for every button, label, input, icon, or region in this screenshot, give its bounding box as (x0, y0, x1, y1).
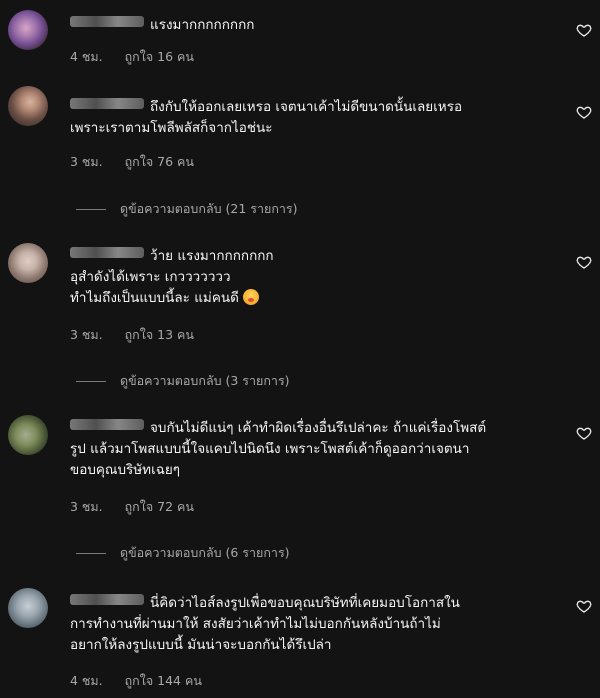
comment-meta: 4 ชม. ถูกใจ 144 คน (70, 671, 220, 691)
view-replies-label: ดูข้อความตอบกลับ (3 รายการ) (120, 373, 290, 388)
heart-icon[interactable] (576, 254, 592, 270)
comment-time: 3 ชม. (70, 154, 103, 169)
heart-icon[interactable] (576, 104, 592, 120)
comment-text: ถึงกับให้ออกเลยเหรอ เจตนาเค้าไม่ดีขนาดนั… (70, 98, 463, 136)
like-count[interactable]: ถูกใจ 72 คน (125, 499, 194, 514)
like-count[interactable]: ถูกใจ 144 คน (125, 673, 202, 688)
view-replies-button[interactable]: ดูข้อความตอบกลับ (3 รายการ) (76, 371, 290, 391)
comment-text: แรงมากกกกกกกก (70, 15, 560, 36)
view-replies-label: ดูข้อความตอบกลับ (21 รายการ) (120, 201, 298, 216)
avatar[interactable] (8, 86, 48, 126)
heart-icon[interactable] (576, 598, 592, 614)
comment-text: จบกันไม่ดีแน่ๆ เค้าทำผิดเรื่องอื่นรึเปล่… (70, 419, 487, 478)
heart-icon[interactable] (576, 425, 592, 441)
like-count[interactable]: ถูกใจ 16 คน (125, 49, 194, 64)
comment-meta: 4 ชม. ถูกใจ 16 คน (70, 47, 212, 67)
like-count[interactable]: ถูกใจ 13 คน (125, 327, 194, 342)
comment-meta: 3 ชม. ถูกใจ 13 คน (70, 325, 212, 345)
comment-time: 3 ชม. (70, 499, 103, 514)
divider (76, 552, 106, 554)
like-count[interactable]: ถูกใจ 76 คน (125, 154, 194, 169)
comment-meta: 3 ชม. ถูกใจ 72 คน (70, 497, 212, 517)
emoji-icon (242, 289, 259, 305)
view-replies-button[interactable]: ดูข้อความตอบกลับ (6 รายการ) (76, 543, 290, 563)
heart-icon[interactable] (576, 22, 592, 38)
username[interactable] (70, 98, 144, 109)
username[interactable] (70, 16, 144, 27)
comment-text: ว้าย แรงมากกกกกกก อุสำดังได้เพราะ เกวววว… (70, 247, 274, 306)
comment-time: 3 ชม. (70, 327, 103, 342)
avatar[interactable] (8, 10, 48, 50)
avatar[interactable] (8, 415, 48, 455)
avatar[interactable] (8, 243, 48, 283)
view-replies-button[interactable]: ดูข้อความตอบกลับ (21 รายการ) (76, 199, 298, 219)
username[interactable] (70, 247, 144, 258)
view-replies-label: ดูข้อความตอบกลับ (6 รายการ) (120, 545, 290, 560)
comment-time: 4 ชม. (70, 673, 103, 688)
comment-meta: 3 ชม. ถูกใจ 76 คน (70, 152, 212, 172)
divider (76, 380, 106, 382)
divider (76, 208, 106, 210)
avatar[interactable] (8, 588, 48, 628)
comment-time: 4 ชม. (70, 49, 103, 64)
username[interactable] (70, 419, 144, 430)
username[interactable] (70, 594, 144, 605)
comment-text: นี่คิดว่าไอส์ลงรูปเพื่อขอบคุณบริษัทที่เค… (70, 594, 460, 653)
